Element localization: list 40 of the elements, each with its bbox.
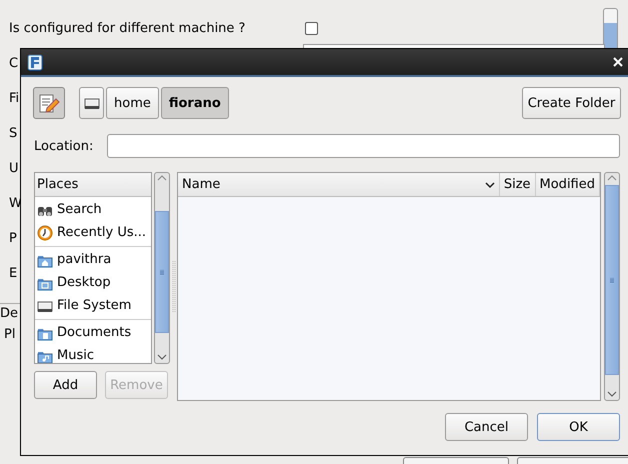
clock-icon xyxy=(37,224,53,240)
checkbox[interactable] xyxy=(305,22,318,34)
place-item[interactable]: pavithra xyxy=(57,252,112,267)
section-label: Pl xyxy=(4,327,16,342)
column-header[interactable]: Size xyxy=(500,173,536,196)
place-item[interactable]: Search xyxy=(57,202,102,217)
scrollbar[interactable] xyxy=(604,172,620,401)
location-field[interactable] xyxy=(107,134,620,158)
drive-button[interactable] xyxy=(79,87,104,119)
place-item[interactable]: Desktop xyxy=(57,275,111,290)
close-icon[interactable] xyxy=(613,57,623,67)
field-label: S xyxy=(9,126,18,140)
section-label: De xyxy=(0,306,18,321)
scrollbar[interactable] xyxy=(154,172,170,364)
pane-grip-icon[interactable] xyxy=(172,260,176,312)
place-item[interactable]: Music xyxy=(57,348,94,363)
column-header[interactable]: Places xyxy=(35,173,151,197)
grip-icon xyxy=(609,278,615,282)
dialog-button[interactable]: OK xyxy=(537,413,620,441)
place-button[interactable]: Add xyxy=(34,371,97,399)
grip-icon xyxy=(159,270,165,274)
path-button[interactable]: home xyxy=(106,87,159,119)
column-header[interactable]: Name xyxy=(178,173,500,196)
field-label: P xyxy=(9,230,17,246)
field-label: Fi xyxy=(9,90,20,106)
create-folder-button[interactable]: Create Folder xyxy=(522,87,621,119)
column-header[interactable]: Modified xyxy=(536,173,600,196)
field-label: E xyxy=(9,266,18,280)
path-button[interactable]: fiorano xyxy=(160,87,229,119)
place-item[interactable]: File System xyxy=(57,298,132,313)
place-item[interactable]: Recently Us... xyxy=(57,225,146,240)
location-label: Location: xyxy=(33,138,94,154)
dialog-button[interactable]: Cancel xyxy=(445,413,528,441)
edit-toggle-button[interactable] xyxy=(33,87,65,119)
field-label: U xyxy=(9,160,19,176)
field-label: Is configured for different machine ? xyxy=(9,20,246,36)
pencil-icon xyxy=(38,92,60,114)
app-icon xyxy=(27,54,43,70)
place-item[interactable]: Documents xyxy=(57,325,132,340)
field-label: C xyxy=(9,56,18,70)
